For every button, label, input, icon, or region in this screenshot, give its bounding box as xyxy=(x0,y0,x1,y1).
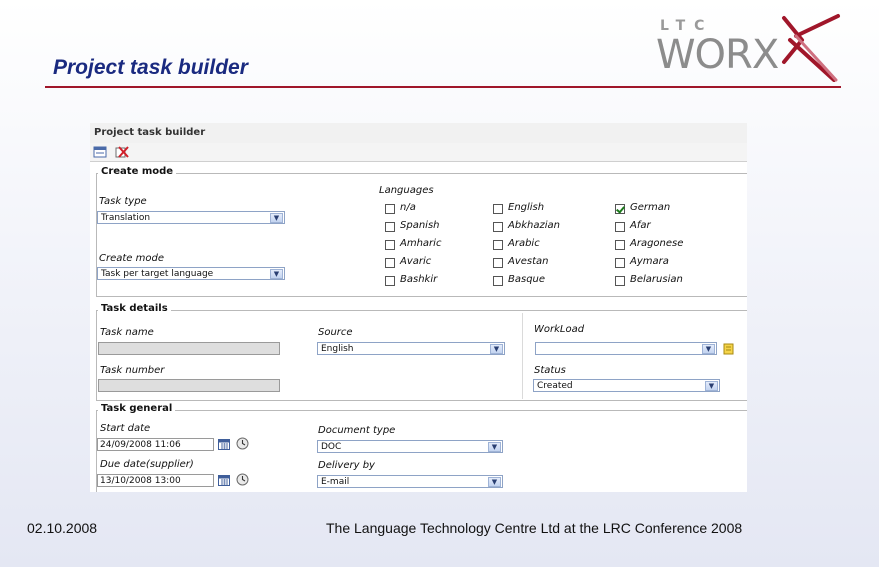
language-checkbox[interactable] xyxy=(385,204,395,214)
task-number-input[interactable] xyxy=(98,379,280,392)
calendar-icon[interactable] xyxy=(218,474,230,486)
language-checkbox[interactable] xyxy=(385,258,395,268)
language-checkbox[interactable] xyxy=(493,204,503,214)
language-label: Bashkir xyxy=(400,274,438,285)
task-name-label: Task name xyxy=(100,327,154,338)
language-label: Aymara xyxy=(630,256,669,267)
chevron-down-icon: ▼ xyxy=(705,381,718,391)
window-title: Project task builder xyxy=(94,127,206,138)
language-label: English xyxy=(508,202,545,213)
ltc-worx-logo: LTC WORX xyxy=(656,14,840,82)
notepad-icon[interactable] xyxy=(723,343,734,355)
task-general-legend: Task general xyxy=(98,403,176,414)
chevron-down-icon: ▼ xyxy=(488,442,501,452)
presentation-slide: Project task builder LTC WORX Project ta… xyxy=(0,0,879,567)
workload-label: WorkLoad xyxy=(534,324,585,335)
language-checkbox[interactable] xyxy=(493,258,503,268)
language-checkbox[interactable] xyxy=(615,222,625,232)
languages-label: Languages xyxy=(379,185,434,196)
task-details-bottom-border xyxy=(96,400,747,402)
task-builder-window: Project task builder Create mode Task ty… xyxy=(90,123,747,492)
language-label: Abkhazian xyxy=(508,220,560,231)
language-label: German xyxy=(630,202,671,213)
task-details-section: Task details xyxy=(96,303,747,314)
language-checkbox[interactable] xyxy=(615,258,625,268)
workload-select[interactable]: ▼ xyxy=(535,342,717,355)
language-label: Belarusian xyxy=(630,274,683,285)
language-label: Afar xyxy=(630,220,651,231)
create-mode-legend: Create mode xyxy=(98,166,177,177)
language-label: Arabic xyxy=(508,238,540,249)
task-name-input[interactable] xyxy=(98,342,280,355)
language-checkbox[interactable] xyxy=(493,222,503,232)
due-date-input[interactable]: 13/10/2008 13:00 xyxy=(97,474,214,487)
language-label: Aragonese xyxy=(630,238,684,249)
create-mode-value: Task per target language xyxy=(101,269,214,279)
status-label: Status xyxy=(534,365,566,376)
clock-icon[interactable] xyxy=(236,473,249,486)
language-checkbox[interactable] xyxy=(385,276,395,286)
language-checkbox[interactable] xyxy=(493,240,503,250)
calendar-icon[interactable] xyxy=(218,438,230,450)
document-type-select[interactable]: DOC ▼ xyxy=(317,440,503,453)
task-type-label: Task type xyxy=(99,196,147,207)
task-details-divider xyxy=(522,313,523,399)
create-mode-bottom-border xyxy=(96,296,747,298)
language-label: Spanish xyxy=(400,220,440,231)
delivery-by-value: E-mail xyxy=(321,477,350,487)
document-type-value: DOC xyxy=(321,442,342,452)
source-select[interactable]: English ▼ xyxy=(317,342,505,355)
delivery-by-select[interactable]: E-mail ▼ xyxy=(317,475,503,488)
toolbar xyxy=(90,143,747,162)
language-checkbox[interactable] xyxy=(493,276,503,286)
status-select[interactable]: Created ▼ xyxy=(533,379,720,392)
start-date-input[interactable]: 24/09/2008 11:06 xyxy=(97,438,214,451)
document-type-label: Document type xyxy=(318,425,396,436)
source-value: English xyxy=(321,344,354,354)
clock-icon[interactable] xyxy=(236,437,249,450)
language-checkbox[interactable] xyxy=(615,240,625,250)
language-checkbox[interactable] xyxy=(615,276,625,286)
create-mode-select[interactable]: Task per target language ▼ xyxy=(97,267,285,280)
chevron-down-icon: ▼ xyxy=(488,477,501,487)
create-mode-label: Create mode xyxy=(99,253,164,264)
footer-date: 02.10.2008 xyxy=(27,520,98,536)
due-date-label: Due date(supplier) xyxy=(100,459,194,470)
delivery-by-label: Delivery by xyxy=(318,460,375,471)
task-type-select[interactable]: Translation ▼ xyxy=(97,211,285,224)
task-general-section: Task general xyxy=(96,403,747,414)
source-label: Source xyxy=(318,327,353,338)
language-label: Amharic xyxy=(400,238,442,249)
task-number-label: Task number xyxy=(100,365,165,376)
task-type-value: Translation xyxy=(101,213,151,223)
language-label: Basque xyxy=(508,274,546,285)
title-divider xyxy=(45,86,841,88)
task-details-legend: Task details xyxy=(98,303,171,314)
chevron-down-icon: ▼ xyxy=(270,213,283,223)
chevron-down-icon: ▼ xyxy=(702,344,715,354)
language-checkbox[interactable] xyxy=(615,204,625,214)
language-label: Avestan xyxy=(508,256,549,267)
language-checkbox[interactable] xyxy=(385,222,395,232)
chevron-down-icon: ▼ xyxy=(490,344,503,354)
new-window-icon[interactable] xyxy=(93,145,107,159)
delete-icon[interactable] xyxy=(115,145,129,159)
footer-text: The Language Technology Centre Ltd at th… xyxy=(326,520,743,536)
language-label: n/a xyxy=(400,202,416,213)
start-date-label: Start date xyxy=(100,423,151,434)
chevron-down-icon: ▼ xyxy=(270,269,283,279)
language-label: Avaric xyxy=(400,256,432,267)
logo-main-text: WORX xyxy=(656,32,779,78)
status-value: Created xyxy=(537,381,573,391)
task-details-border xyxy=(96,310,97,400)
slide-title: Project task builder xyxy=(53,56,248,79)
window-title-bar: Project task builder xyxy=(90,123,747,144)
language-checkbox[interactable] xyxy=(385,240,395,250)
